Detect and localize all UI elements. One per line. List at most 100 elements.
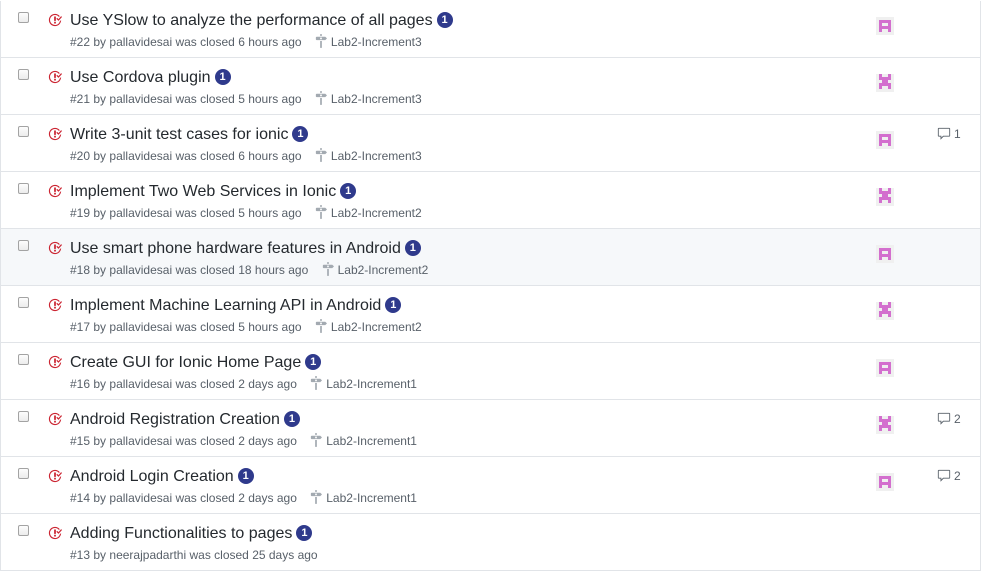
avatar-pixel [879, 134, 882, 137]
avatar-pixel [882, 83, 885, 86]
comment-icon [937, 412, 951, 425]
issue-checkbox[interactable] [18, 297, 29, 308]
issue-checkbox[interactable] [18, 240, 29, 251]
assignee-avatar[interactable] [876, 473, 894, 491]
assignee-avatar[interactable] [876, 17, 894, 35]
by-label: by [93, 434, 107, 448]
issue-title-link[interactable]: Implement Two Web Services in Ionic [70, 183, 336, 200]
issue-author-link[interactable]: pallavidesai [109, 92, 172, 106]
assignee-avatar[interactable] [876, 245, 894, 263]
issue-milestone[interactable]: Lab2-Increment1 [310, 490, 417, 506]
avatar-pixel [879, 302, 882, 305]
issue-milestone[interactable]: Lab2-Increment2 [322, 262, 428, 278]
milestone-icon [315, 205, 327, 219]
closed-label: was closed [175, 149, 235, 163]
task-count-badge: 1 [237, 468, 254, 484]
issue-title-link[interactable]: Android Login Creation [70, 468, 234, 485]
issue-title-link[interactable]: Write 3-unit test cases for ionic [70, 126, 288, 143]
task-count-badge: 1 [292, 126, 309, 142]
issue-milestone[interactable]: Lab2-Increment1 [310, 433, 417, 449]
issue-checkbox[interactable] [18, 411, 29, 422]
issue-title: Android Login Creation 1 [70, 466, 254, 488]
issue-title: Implement Machine Learning API in Androi… [70, 295, 402, 317]
issue-author-link[interactable]: pallavidesai [109, 206, 172, 220]
issue-title-link[interactable]: Adding Functionalities to pages [70, 525, 292, 542]
issue-author-link[interactable]: pallavidesai [109, 149, 172, 163]
avatar-pixel [879, 485, 882, 488]
avatar-pixel [885, 194, 888, 197]
avatar-pixel [882, 197, 885, 200]
issue-milestone[interactable]: Lab2-Increment3 [315, 91, 422, 107]
avatar-pixel [879, 86, 882, 89]
avatar-pixel [879, 137, 882, 140]
assignee-avatar[interactable] [876, 74, 894, 92]
issue-title-link[interactable]: Use YSlow to analyze the performance of … [70, 12, 433, 29]
issue-author-link[interactable]: pallavidesai [109, 320, 172, 334]
issue-milestone[interactable]: Lab2-Increment2 [315, 319, 422, 335]
avatar-pixel [882, 254, 885, 257]
issue-title-link[interactable]: Android Registration Creation [70, 411, 280, 428]
avatar-pixel [882, 311, 885, 314]
issue-checkbox[interactable] [18, 183, 29, 194]
issue-milestone[interactable]: Lab2-Increment1 [310, 376, 417, 392]
avatar-pixel [879, 419, 882, 422]
issue-number: #17 [70, 320, 91, 334]
issue-closed-icon [48, 355, 62, 369]
comment-icon [937, 127, 951, 140]
issue-checkbox[interactable] [18, 525, 29, 536]
issue-author-link[interactable]: pallavidesai [109, 434, 172, 448]
issue-title-link[interactable]: Create GUI for Ionic Home Page [70, 354, 301, 371]
issue-title-link[interactable]: Implement Machine Learning API in Androi… [70, 297, 381, 314]
issue-milestone[interactable]: Lab2-Increment3 [315, 148, 422, 164]
avatar-pixel [882, 134, 885, 137]
issue-title-link[interactable]: Use Cordova plugin [70, 69, 211, 86]
avatar-pixel [882, 191, 885, 194]
issue-milestone[interactable]: Lab2-Increment3 [315, 34, 422, 50]
avatar-pixel [879, 29, 882, 32]
issue-meta: #15 by pallavidesai was closed 2 days ag… [70, 433, 417, 449]
milestone-label: Lab2-Increment1 [326, 434, 417, 448]
assignee-avatar[interactable] [876, 359, 894, 377]
issue-checkbox[interactable] [18, 126, 29, 137]
comments-link[interactable]: 2 [937, 469, 961, 483]
issue-author-link[interactable]: pallavidesai [109, 35, 172, 49]
task-count-badge: 1 [283, 411, 300, 427]
issue-checkbox[interactable] [18, 354, 29, 365]
issue-meta: #13 by neerajpadarthi was closed 25 days… [70, 547, 318, 563]
comment-count: 1 [954, 127, 961, 141]
milestone-icon [311, 490, 323, 504]
issue-checkbox[interactable] [18, 468, 29, 479]
issue-meta: #22 by pallavidesai was closed 6 hours a… [70, 34, 422, 50]
issue-checkbox[interactable] [18, 69, 29, 80]
issue-author-link[interactable]: pallavidesai [109, 263, 172, 277]
issue-checkbox[interactable] [18, 12, 29, 23]
closed-label: was closed [175, 377, 235, 391]
avatar-pixel [888, 476, 891, 479]
by-label: by [93, 491, 107, 505]
avatar-pixel [879, 428, 882, 431]
comments-link[interactable]: 1 [937, 127, 961, 141]
avatar-pixel [885, 482, 888, 485]
avatar-pixel [885, 83, 888, 86]
avatar-pixel [888, 485, 891, 488]
avatar-pixel [882, 305, 885, 308]
issue-milestone[interactable]: Lab2-Increment2 [315, 205, 422, 221]
avatar-pixel [888, 86, 891, 89]
assignee-avatar[interactable] [876, 416, 894, 434]
closed-time: 5 hours ago [238, 92, 302, 106]
avatar-pixel [888, 188, 891, 191]
issue-title: Adding Functionalities to pages 1 [70, 523, 313, 545]
assignee-avatar[interactable] [876, 302, 894, 320]
issue-author-link[interactable]: pallavidesai [109, 491, 172, 505]
avatar-pixel [882, 248, 885, 251]
issue-author-link[interactable]: neerajpadarthi [109, 548, 186, 562]
issue-title-link[interactable]: Use smart phone hardware features in And… [70, 240, 401, 257]
assignee-avatar[interactable] [876, 131, 894, 149]
avatar-pixel [882, 422, 885, 425]
issue-title: Implement Two Web Services in Ionic 1 [70, 181, 357, 203]
avatar-pixel [882, 425, 885, 428]
comments-link[interactable]: 2 [937, 412, 961, 426]
assignee-avatar[interactable] [876, 188, 894, 206]
avatar-pixel [882, 362, 885, 365]
issue-author-link[interactable]: pallavidesai [109, 377, 172, 391]
